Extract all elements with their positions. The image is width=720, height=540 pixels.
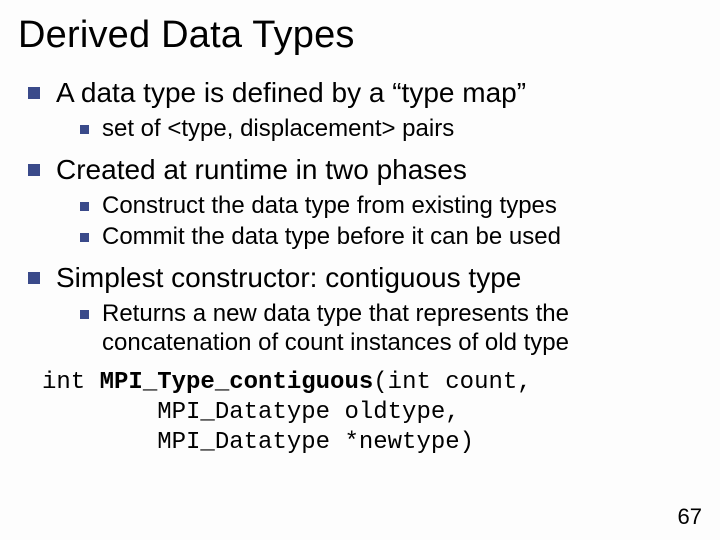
slide-title: Derived Data Types <box>18 14 696 57</box>
sub-bullet: Commit the data type before it can be us… <box>68 223 696 252</box>
bullet-text: Created at runtime in two phases <box>56 154 467 185</box>
sublist: Returns a new data type that represents … <box>56 300 696 358</box>
bullet-contiguous: Simplest constructor: contiguous type Re… <box>18 262 696 358</box>
code-text: int <box>42 369 100 396</box>
code-block: int MPI_Type_contiguous(int count, MPI_D… <box>42 368 696 458</box>
bullet-list: A data type is defined by a “type map” s… <box>18 77 696 358</box>
slide: Derived Data Types A data type is define… <box>0 0 720 540</box>
bullet-runtime: Created at runtime in two phases Constru… <box>18 154 696 252</box>
code-text: MPI_Datatype oldtype, <box>42 399 460 426</box>
sub-bullet: Construct the data type from existing ty… <box>68 192 696 221</box>
bullet-text: Simplest constructor: contiguous type <box>56 262 521 293</box>
sublist: Construct the data type from existing ty… <box>56 192 696 252</box>
bullet-typemap: A data type is defined by a “type map” s… <box>18 77 696 144</box>
bullet-text: A data type is defined by a “type map” <box>56 77 526 108</box>
code-func-name: MPI_Type_contiguous <box>100 369 374 396</box>
sublist: set of <type, displacement> pairs <box>56 115 696 144</box>
page-number: 67 <box>678 504 702 530</box>
sub-bullet: set of <type, displacement> pairs <box>68 115 696 144</box>
sub-bullet: Returns a new data type that represents … <box>68 300 696 358</box>
code-text: (int count, <box>373 369 531 396</box>
code-text: MPI_Datatype *newtype) <box>42 429 474 456</box>
